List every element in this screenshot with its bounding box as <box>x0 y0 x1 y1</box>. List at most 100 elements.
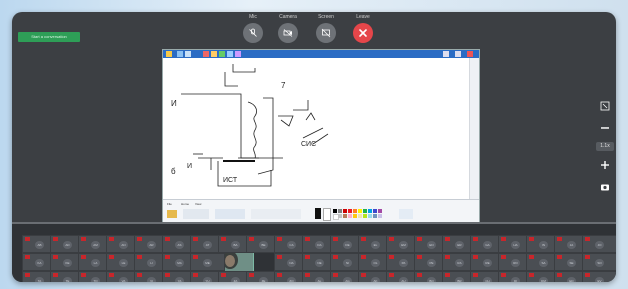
participant-initials: YU <box>203 277 212 282</box>
participant-initials: AB <box>35 241 44 249</box>
palette-swatch[interactable] <box>363 209 367 213</box>
muted-badge-icon <box>333 237 338 241</box>
taskbar-icon[interactable] <box>219 51 225 57</box>
shapes-group[interactable] <box>251 209 301 219</box>
participant-initials: NI <box>343 259 352 267</box>
zoom-toolbar: 1.1x <box>594 98 616 201</box>
tray-icon <box>467 51 473 57</box>
muted-badge-icon <box>445 237 450 241</box>
image-tools[interactable] <box>183 209 209 219</box>
paint-canvas[interactable]: И 7 б И ИСТ СИС <box>163 58 469 200</box>
start-conversation-button[interactable]: Start a conversation <box>18 32 80 42</box>
participant-initials: MA <box>175 259 184 267</box>
palette-swatch[interactable] <box>363 214 367 218</box>
fit-screen-icon[interactable] <box>597 98 613 114</box>
undo-icon[interactable] <box>185 51 191 57</box>
palette-swatch[interactable] <box>333 209 337 213</box>
muted-badge-icon <box>305 237 310 241</box>
ribbon-tab-file[interactable]: File <box>167 202 172 207</box>
participant-initials: DI <box>511 277 520 282</box>
participant-tile[interactable]: SO <box>582 253 616 271</box>
participant-initials: ER <box>455 241 464 249</box>
palette-swatch[interactable] <box>378 209 382 213</box>
muted-badge-icon <box>473 237 478 241</box>
screen-control[interactable]: Screen <box>314 14 338 43</box>
participant-initials: TO <box>91 277 100 282</box>
participant-initials: AK <box>371 277 380 282</box>
palette-swatch[interactable] <box>353 214 357 218</box>
color-1-swatch[interactable] <box>315 208 321 219</box>
muted-badge-icon <box>361 237 366 241</box>
save-icon[interactable] <box>177 51 183 57</box>
muted-badge-icon <box>557 237 562 241</box>
palette-swatch[interactable] <box>338 214 342 218</box>
mic-off-icon[interactable] <box>243 23 263 43</box>
muted-badge-icon <box>137 237 142 241</box>
taskbar-icon[interactable] <box>211 51 217 57</box>
zoom-in-icon[interactable] <box>597 157 613 173</box>
palette-swatch[interactable] <box>368 209 372 213</box>
participant-initials: IN <box>539 241 548 249</box>
ribbon-tab-home[interactable]: Home <box>181 202 189 207</box>
muted-badge-icon <box>249 237 254 241</box>
muted-badge-icon <box>53 273 58 277</box>
close-icon[interactable] <box>353 23 373 43</box>
muted-badge-icon <box>53 237 58 241</box>
participant-initials: RO <box>511 259 520 267</box>
palette-swatch[interactable] <box>373 214 377 218</box>
participant-initials: AL <box>315 277 324 282</box>
participant-initials: BA <box>231 241 240 249</box>
taskbar-icon[interactable] <box>227 51 233 57</box>
sketch-label: СИС <box>301 141 316 148</box>
muted-badge-icon <box>221 273 226 277</box>
zoom-out-icon[interactable] <box>597 120 613 136</box>
ribbon-tab-view[interactable]: View <box>195 202 201 207</box>
participant-initials: NA <box>287 259 296 267</box>
color-2-swatch[interactable] <box>323 208 331 221</box>
muted-badge-icon <box>193 237 198 241</box>
muted-badge-icon <box>165 237 170 241</box>
taskbar-icon[interactable] <box>203 51 209 57</box>
palette-swatch[interactable] <box>373 209 377 213</box>
screen-share-off-icon[interactable] <box>316 23 336 43</box>
participant-initials: AD <box>63 241 72 249</box>
camera-control[interactable]: Camera <box>276 14 300 43</box>
palette-swatch[interactable] <box>343 214 347 218</box>
muted-badge-icon <box>221 237 226 241</box>
participant-initials: LE <box>119 259 128 267</box>
muted-badge-icon <box>81 255 86 259</box>
tools-group[interactable] <box>215 209 245 219</box>
palette-swatch[interactable] <box>338 209 342 213</box>
palette-swatch[interactable] <box>358 214 362 218</box>
participant-initials: BR <box>455 277 464 282</box>
palette-swatch[interactable] <box>368 214 372 218</box>
palette-swatch[interactable] <box>343 209 347 213</box>
palette-swatch[interactable] <box>353 209 357 213</box>
participant-initials: JO <box>595 241 604 249</box>
participant-initials: EV <box>595 277 604 282</box>
muted-badge-icon <box>389 255 394 259</box>
edit-colors-button[interactable] <box>399 209 413 219</box>
muted-badge-icon <box>585 273 590 277</box>
palette-swatch[interactable] <box>348 214 352 218</box>
participant-initials: PA <box>399 259 408 267</box>
canvas-scrollbar[interactable] <box>469 58 479 200</box>
tray-icon <box>455 51 461 57</box>
mic-control[interactable]: Mic <box>241 14 265 43</box>
palette-swatch[interactable] <box>378 214 382 218</box>
leave-control[interactable]: Leave <box>351 14 375 43</box>
participant-tile[interactable]: EV <box>582 271 616 282</box>
palette-swatch[interactable] <box>348 209 352 213</box>
handwriting-sketch: И 7 б И ИСТ СИС <box>171 64 329 187</box>
paste-icon[interactable] <box>167 210 177 218</box>
participant-tile[interactable]: JO <box>582 235 616 253</box>
taskbar-icon[interactable] <box>235 51 241 57</box>
muted-badge-icon <box>277 273 282 277</box>
participant-tile[interactable]: ME <box>190 253 225 271</box>
palette-swatch[interactable] <box>358 209 362 213</box>
camera-off-icon[interactable] <box>278 23 298 43</box>
screenshot-icon[interactable] <box>597 179 613 195</box>
participant-initials: RA <box>455 259 464 267</box>
leave-label: Leave <box>356 14 370 20</box>
shared-screen[interactable]: И 7 б И ИСТ СИС File Home View <box>162 49 480 223</box>
